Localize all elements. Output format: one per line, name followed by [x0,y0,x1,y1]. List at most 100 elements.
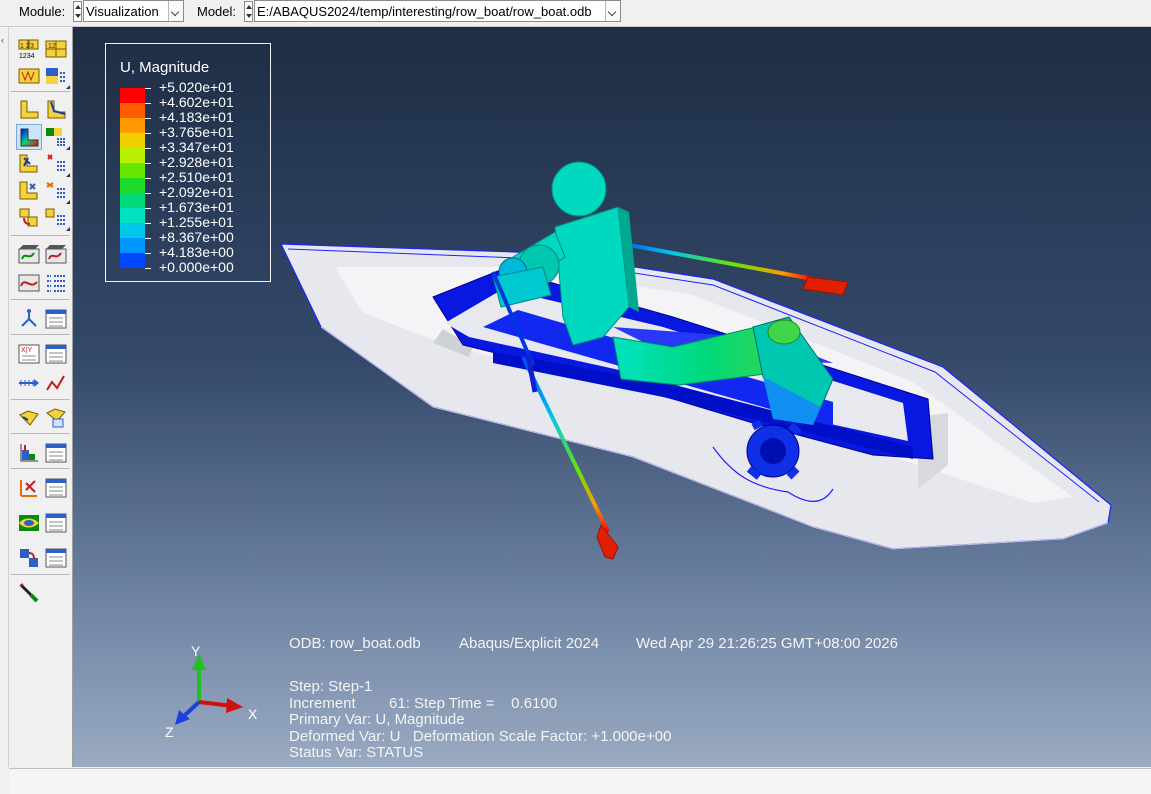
legend-tick [145,103,151,104]
field-output-icon[interactable] [16,63,42,89]
legend-value: +1.673e+01 [159,199,234,215]
solver-label: Abaqus/Explicit 2024 [459,635,600,652]
module-combo[interactable]: Visualization [83,0,184,22]
legend-tick [145,148,151,149]
legend-value: +5.020e+01 [159,79,234,95]
animate-scale-factor-icon[interactable] [16,270,42,296]
plot-symbols-icon[interactable] [16,151,42,177]
probe-values-icon[interactable]: 1 2 3 1234 [16,36,42,62]
model-combo[interactable]: E:/ABAQUS2024/temp/interesting/row_boat/… [254,0,621,22]
stream-manager-icon[interactable] [43,510,69,536]
model-spinner[interactable] [244,1,253,22]
legend-swatch [120,178,145,193]
legend-value: +4.602e+01 [159,94,234,110]
legend-tick [145,118,151,119]
toolbox-separator [11,334,70,335]
primary-var-label: Primary Var: U, Magnitude [289,711,465,728]
legend-value: +0.000e+00 [159,259,234,275]
legend-swatch [120,103,145,118]
context-bar: Module: Visualization Model: E:/ABAQUS20… [0,0,1151,27]
allow-multiple-plot-states-icon[interactable] [16,205,42,231]
material-options-icon[interactable] [43,178,70,204]
legend-tick [145,88,151,89]
path-manager-icon[interactable] [16,370,42,396]
increment-label: Increment 61: Step Time = 0.6100 [289,695,558,712]
triad-x-label: X [248,706,258,722]
svg-text:1 2: 1 2 [20,43,30,50]
step-label: Step: Step-1 [289,678,373,695]
plot-contours-icon[interactable] [16,124,42,150]
triad-z-label: Z [165,724,174,740]
svg-text:3: 3 [30,43,34,50]
legend-swatch [120,253,145,268]
triad-y-label: Y [191,643,201,659]
superimpose-options-icon[interactable] [43,205,70,231]
plot-material-orientations-icon[interactable] [16,178,42,204]
legend-value: +2.092e+01 [159,184,234,200]
view-cut-options-icon[interactable] [43,306,69,332]
prompt-area [9,768,1151,794]
module-spinner[interactable] [73,1,82,22]
module-value: Visualization [86,4,159,19]
xy-plot-options-icon[interactable] [43,341,69,367]
legend-tick [145,133,151,134]
animation-player-icon[interactable] [43,270,69,296]
legend-tick [145,238,151,239]
contour-legend[interactable]: U, Magnitude +5.020e+01 +4.602e+01 +4.183e… [105,43,271,282]
symbol-options-icon[interactable] [43,151,70,177]
legend-swatch [120,238,145,253]
odb-label: ODB: row_boat.odb [289,635,421,652]
viewport[interactable]: U, Magnitude +5.020e+01 +4.602e+01 +4.183e… [73,27,1151,767]
legend-tick [145,193,151,194]
free-body-cut-icon[interactable] [16,475,42,501]
legend-value: +3.765e+01 [159,124,234,140]
legend-value: +1.255e+01 [159,214,234,230]
legend-tick [145,178,151,179]
animation-options-icon[interactable] [43,241,69,267]
deformed-var-label: Deformed Var: U Deformation Scale Factor… [289,728,672,745]
date-label: Wed Apr 29 21:26:25 GMT+08:00 2026 [636,635,898,652]
svg-text:X|Y: X|Y [21,347,32,354]
legend-value: +3.347e+01 [159,139,234,155]
display-group-manager-icon[interactable] [43,405,69,431]
legend-swatch [120,193,145,208]
legend-swatch [120,148,145,163]
toolbox-separator [11,468,70,469]
toolbox: 1 2 3 1234 12 X|Y [9,27,73,767]
legend-swatch [120,133,145,148]
odb-display-options-icon[interactable] [43,440,69,466]
model-value: E:/ABAQUS2024/temp/interesting/row_boat/… [257,4,592,19]
xy-data-manager-icon[interactable]: X|Y [16,341,42,367]
toolbox-separator [11,299,70,300]
free-body-manager-icon[interactable] [43,475,69,501]
toolbox-separator [11,235,70,236]
legend-value: +2.928e+01 [159,154,234,170]
legend-tick [145,268,151,269]
svg-text:12: 12 [48,43,56,50]
query-icon[interactable]: 12 [43,36,69,62]
legend-tick [145,163,151,164]
chevron-down-icon[interactable] [168,1,183,21]
model-label: Model: [197,4,237,19]
display-groups-icon[interactable] [16,405,42,431]
legend-swatch [120,88,145,103]
plot-deformed-icon[interactable] [43,97,69,123]
legend-swatch [120,208,145,223]
overlay-plot-icon[interactable] [16,580,42,606]
plot-undeformed-icon[interactable] [16,97,42,123]
toolbox-edge: ‹ [0,27,9,767]
toolbox-separator [11,574,70,575]
legend-value: +2.510e+01 [159,169,234,185]
view-manager-icon[interactable] [43,545,69,571]
plot-path-icon[interactable] [43,370,69,396]
stream-plot-icon[interactable] [16,510,42,536]
legend-swatch [120,163,145,178]
section-points-icon[interactable] [43,63,70,89]
chevron-down-icon[interactable] [605,1,620,21]
view-manipulation-icon[interactable] [16,545,42,571]
common-plot-options-icon[interactable] [16,440,42,466]
contour-options-icon[interactable] [43,124,70,150]
legend-title: U, Magnitude [120,59,210,76]
view-cut-manager-icon[interactable] [16,306,42,332]
animate-time-history-icon[interactable] [16,241,42,267]
